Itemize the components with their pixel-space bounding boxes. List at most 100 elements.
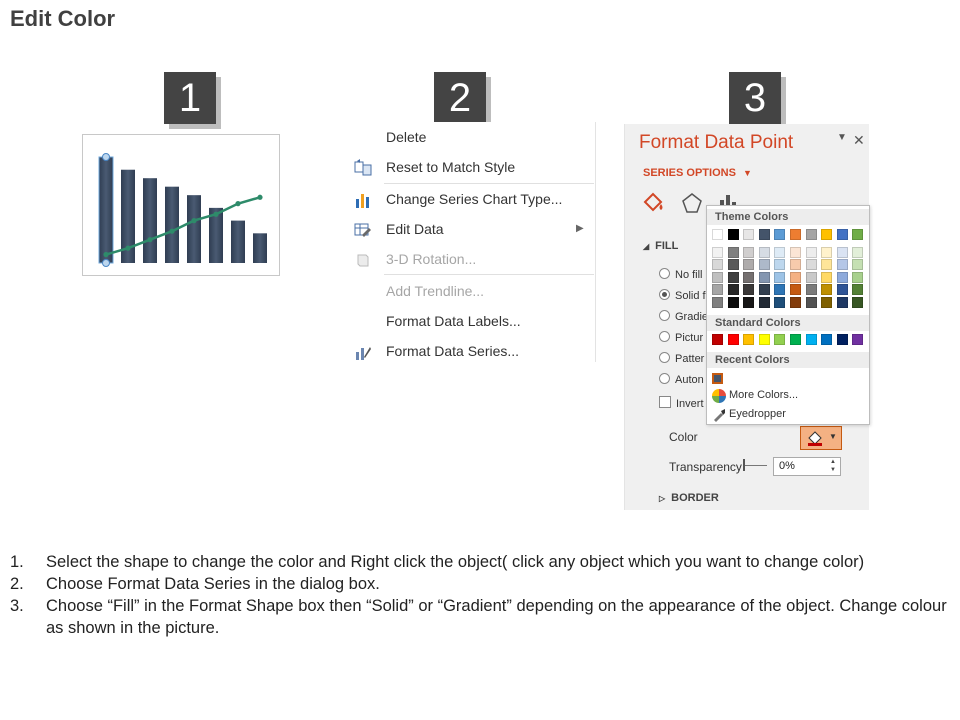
menu-item-format-data-labels[interactable]: Format Data Labels...: [348, 308, 596, 336]
theme-shade-swatch[interactable]: [821, 247, 833, 258]
theme-shade-swatch[interactable]: [727, 284, 739, 296]
standard-color-swatch[interactable]: [836, 334, 848, 345]
theme-shade-swatch[interactable]: [790, 247, 801, 258]
theme-shade-swatch[interactable]: [712, 259, 723, 271]
chart-bar[interactable]: [253, 233, 267, 263]
theme-shade-swatch[interactable]: [836, 259, 848, 271]
theme-shade-swatch[interactable]: [836, 247, 848, 258]
transparency-slider[interactable]: [745, 465, 767, 466]
theme-shade-swatch[interactable]: [712, 296, 723, 308]
fill-color-button[interactable]: ▼: [800, 426, 842, 450]
theme-shade-swatch[interactable]: [836, 284, 848, 296]
standard-color-swatch[interactable]: [743, 334, 755, 345]
chart-bar[interactable]: [187, 195, 201, 263]
theme-color-swatch[interactable]: [727, 229, 739, 240]
invert-checkbox[interactable]: Invert: [659, 396, 704, 410]
standard-color-swatch[interactable]: [774, 334, 786, 345]
fill-bucket-icon[interactable]: [641, 190, 667, 214]
theme-shade-swatch[interactable]: [852, 247, 864, 258]
theme-shade-swatch[interactable]: [774, 259, 786, 271]
theme-shade-swatch[interactable]: [743, 284, 755, 296]
chart-bar[interactable]: [231, 220, 245, 263]
theme-shade-swatch[interactable]: [743, 259, 755, 271]
theme-shade-swatch[interactable]: [727, 296, 739, 308]
eyedropper-button[interactable]: Eyedropper: [729, 408, 786, 420]
theme-shade-swatch[interactable]: [790, 271, 801, 283]
chart-line-point[interactable]: [125, 245, 131, 251]
more-colors-link[interactable]: More Colors...: [729, 389, 798, 401]
theme-shade-swatch[interactable]: [743, 271, 755, 283]
standard-color-swatch[interactable]: [758, 334, 770, 345]
radio-pattern-fill[interactable]: Patter: [659, 352, 704, 365]
menu-item-format-data-series[interactable]: Format Data Series...: [348, 338, 596, 366]
theme-shade-swatch[interactable]: [805, 259, 817, 271]
theme-color-swatch[interactable]: [712, 229, 723, 240]
theme-shade-swatch[interactable]: [805, 296, 817, 308]
series-options-dropdown[interactable]: SERIES OPTIONS ▼: [643, 167, 752, 179]
theme-shade-swatch[interactable]: [727, 259, 739, 271]
radio-automatic-fill[interactable]: Auton: [659, 373, 704, 386]
pentagon-effects-icon[interactable]: [681, 192, 703, 214]
menu-item-reset-style[interactable]: Reset to Match Style: [348, 154, 596, 182]
theme-color-swatch[interactable]: [743, 229, 755, 240]
theme-shade-swatch[interactable]: [821, 284, 833, 296]
theme-shade-swatch[interactable]: [712, 284, 723, 296]
standard-color-swatch[interactable]: [727, 334, 739, 345]
theme-shade-swatch[interactable]: [727, 271, 739, 283]
theme-shade-swatch[interactable]: [790, 284, 801, 296]
recent-color-swatch[interactable]: [712, 373, 723, 384]
chart-frame[interactable]: [82, 134, 280, 276]
theme-color-swatch[interactable]: [852, 229, 864, 240]
radio-solid-fill[interactable]: Solid f: [659, 289, 706, 302]
menu-item-change-chart-type[interactable]: Change Series Chart Type...: [348, 186, 596, 214]
theme-shade-swatch[interactable]: [758, 259, 770, 271]
bar-line-chart[interactable]: [83, 135, 279, 275]
standard-color-swatch[interactable]: [821, 334, 833, 345]
menu-item-3d-rotation[interactable]: 3-D Rotation...: [348, 246, 596, 274]
fill-section-header[interactable]: ◢ FILL: [643, 240, 678, 252]
border-section-header[interactable]: ▷ BORDER: [659, 492, 719, 504]
theme-shade-swatch[interactable]: [774, 296, 786, 308]
selection-handle[interactable]: [102, 153, 110, 161]
theme-shade-swatch[interactable]: [774, 271, 786, 283]
transparency-slider-handle[interactable]: [743, 459, 745, 471]
theme-color-swatch[interactable]: [790, 229, 801, 240]
theme-shade-swatch[interactable]: [743, 296, 755, 308]
close-icon[interactable]: ✕: [853, 132, 865, 149]
standard-color-swatch[interactable]: [712, 334, 723, 345]
spinner-arrows-icon[interactable]: ▲ ▼: [830, 458, 836, 474]
transparency-spinner[interactable]: 0% ▲ ▼: [773, 457, 841, 476]
theme-color-swatch[interactable]: [821, 229, 833, 240]
theme-shade-swatch[interactable]: [836, 296, 848, 308]
chart-line-point[interactable]: [191, 218, 197, 224]
standard-color-swatch[interactable]: [805, 334, 817, 345]
theme-shade-swatch[interactable]: [712, 271, 723, 283]
theme-shade-swatch[interactable]: [712, 247, 723, 258]
radio-picture-fill[interactable]: Pictur: [659, 331, 703, 344]
theme-shade-swatch[interactable]: [821, 271, 833, 283]
radio-no-fill[interactable]: No fill: [659, 268, 703, 281]
theme-shade-swatch[interactable]: [774, 247, 786, 258]
theme-shade-swatch[interactable]: [758, 271, 770, 283]
menu-item-add-trendline[interactable]: Add Trendline...: [348, 278, 596, 306]
theme-shade-swatch[interactable]: [805, 247, 817, 258]
theme-shade-swatch[interactable]: [743, 247, 755, 258]
chart-line-point[interactable]: [169, 228, 175, 234]
theme-shade-swatch[interactable]: [774, 284, 786, 296]
theme-shade-swatch[interactable]: [852, 296, 864, 308]
standard-color-swatch[interactable]: [790, 334, 801, 345]
theme-shade-swatch[interactable]: [852, 271, 864, 283]
theme-shade-swatch[interactable]: [852, 284, 864, 296]
theme-color-swatch[interactable]: [805, 229, 817, 240]
theme-color-swatch[interactable]: [836, 229, 848, 240]
radio-gradient-fill[interactable]: Gradie: [659, 310, 708, 323]
theme-shade-swatch[interactable]: [805, 284, 817, 296]
chart-line-point[interactable]: [235, 201, 241, 207]
chart-line-point[interactable]: [147, 237, 153, 243]
pane-options-icon[interactable]: ▼: [837, 132, 847, 143]
menu-item-delete[interactable]: Delete: [348, 124, 596, 152]
theme-shade-swatch[interactable]: [836, 271, 848, 283]
chart-bar[interactable]: [165, 186, 179, 263]
theme-shade-swatch[interactable]: [727, 247, 739, 258]
theme-shade-swatch[interactable]: [758, 284, 770, 296]
